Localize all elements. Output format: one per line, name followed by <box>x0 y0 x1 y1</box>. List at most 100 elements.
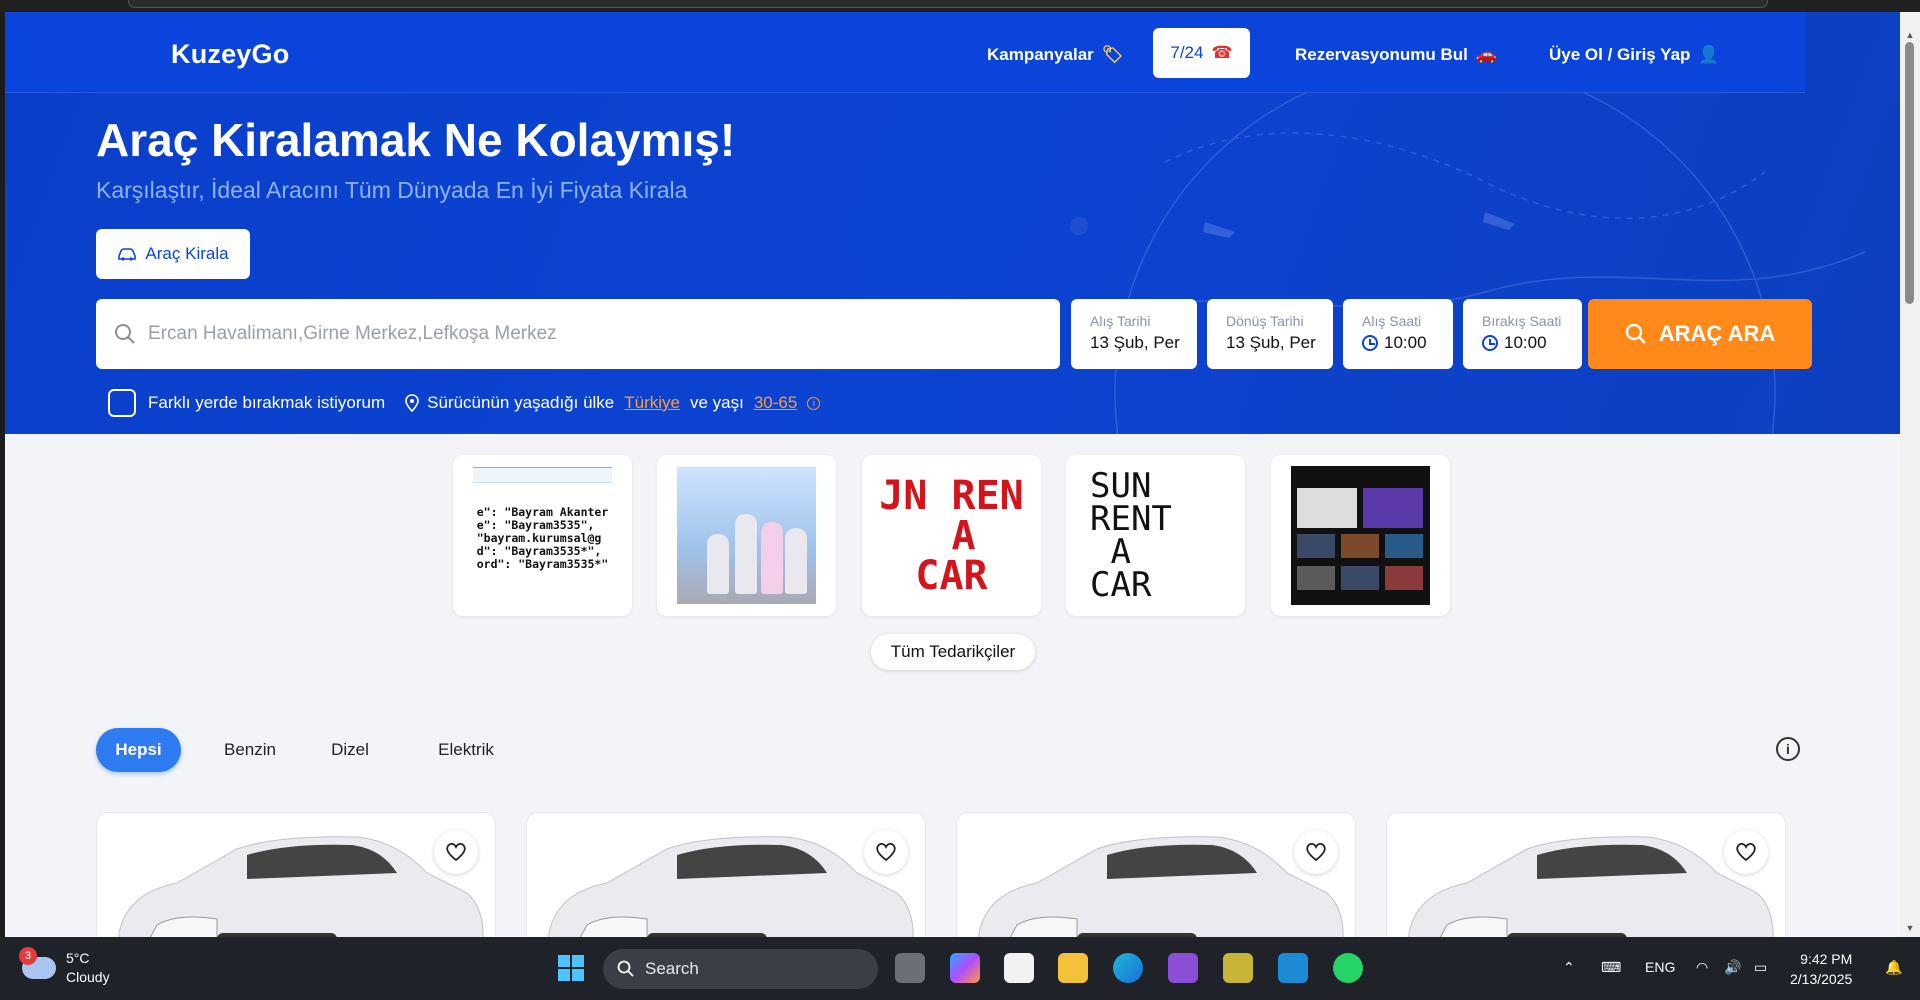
info-icon[interactable]: i <box>807 396 821 410</box>
pickup-time-label: Alış Saati <box>1362 313 1422 329</box>
supplier-logo-text: JN REN A CAR <box>879 472 1024 599</box>
search-icon <box>115 324 135 344</box>
supplier-logo-4[interactable]: SUN RENT A CAR <box>1066 455 1245 616</box>
nav-support-phone[interactable]: 7/24 ☎ <box>1153 28 1250 78</box>
browser-window: KuzeyGo Kampanyalar 🏷 7/24 ☎ Rezervasyon… <box>0 0 1920 937</box>
different-dropoff-checkbox[interactable] <box>108 389 136 417</box>
location-placeholder: Ercan Havalimanı,Girne Merkez,Lefkoşa Me… <box>148 323 557 344</box>
volume-icon[interactable]: 🔊 <box>1724 959 1741 976</box>
tab-electric[interactable]: Elektrik <box>421 728 511 772</box>
battery-icon[interactable]: ▭ <box>1754 959 1767 976</box>
edge-icon[interactable] <box>1113 953 1143 983</box>
driver-age-label: ve yaşı <box>689 393 744 412</box>
tab-diesel[interactable]: Dizel <box>315 728 385 772</box>
all-suppliers-button[interactable]: Tüm Tedarikçiler <box>871 634 1035 670</box>
search-cars-label: ARAÇ ARA <box>1658 321 1776 346</box>
scroll-up-arrow[interactable]: ▲ <box>1905 30 1915 40</box>
supplier-image <box>1291 466 1430 605</box>
windows-taskbar: 3 5°C Cloudy Search ⌃ ⌨ ENG ◠ 🔊 ▭ 9:42 P… <box>0 937 1920 1000</box>
weather-widget[interactable]: 3 5°C Cloudy <box>19 947 110 987</box>
rent-car-button[interactable]: Araç Kirala <box>96 229 250 279</box>
task-view-icon[interactable] <box>895 953 925 983</box>
car-image <box>548 836 914 937</box>
hero-subtitle: Karşılaştır, İdeal Aracını Tüm Dünyada E… <box>96 177 688 203</box>
nav-login[interactable]: Üye Ol / Giriş Yap 👤 <box>1549 45 1720 65</box>
keyboard-icon[interactable]: ⌨ <box>1601 959 1621 976</box>
clock-time: 9:42 PM <box>1800 951 1853 967</box>
heart-icon <box>1306 842 1326 862</box>
pickup-date-field[interactable]: Alış Tarihi 13 Şub, Per <box>1071 299 1197 369</box>
copilot-icon[interactable] <box>950 953 980 983</box>
car-card[interactable] <box>956 812 1356 937</box>
tab-all[interactable]: Hepsi <box>96 728 181 772</box>
favorite-button[interactable] <box>434 830 478 874</box>
favorite-button[interactable] <box>864 830 908 874</box>
supplier-logo-2[interactable] <box>657 455 836 616</box>
car-icon: 🚗 <box>1475 45 1498 64</box>
car-card[interactable] <box>526 812 926 937</box>
dropoff-time-value: 10:00 <box>1504 333 1547 352</box>
supplier-logo-1[interactable]: e": "Bayram Akanter e": "Bayram3535", "b… <box>453 455 632 616</box>
address-bar[interactable] <box>128 0 1768 8</box>
taskbar-search[interactable]: Search <box>603 949 878 989</box>
visual-studio-icon[interactable] <box>1168 953 1198 983</box>
favorite-button[interactable] <box>1724 830 1768 874</box>
vertical-scrollbar[interactable]: ▲ ▼ <box>1900 12 1920 937</box>
pickup-date-label: Alış Tarihi <box>1090 313 1151 329</box>
car-image <box>118 836 484 937</box>
app-icon[interactable] <box>1223 953 1253 983</box>
supplier-logo-5[interactable] <box>1271 455 1450 616</box>
scroll-down-arrow[interactable]: ▼ <box>1905 923 1915 933</box>
nav-campaigns[interactable]: Kampanyalar 🏷 <box>987 45 1123 65</box>
hero-title: Araç Kiralamak Ne Kolaymış! <box>96 114 736 166</box>
car-image <box>978 836 1344 937</box>
taskbar-search-label: Search <box>645 959 699 978</box>
language-indicator[interactable]: ENG <box>1645 959 1675 975</box>
world-map-decoration <box>1070 72 1866 434</box>
system-clock[interactable]: 9:42 PM 2/13/2025 <box>1790 949 1852 989</box>
whatsapp-icon[interactable] <box>1333 953 1363 983</box>
car-card[interactable] <box>1386 812 1786 937</box>
supplier-code-line: ord": "Bayram3535*" <box>476 557 609 571</box>
site-logo[interactable]: KuzeyGo <box>171 39 289 70</box>
top-navbar: KuzeyGo Kampanyalar 🏷 7/24 ☎ Rezervasyon… <box>5 12 1805 93</box>
pickup-date-value: 13 Şub, Per <box>1090 333 1180 352</box>
store-icon[interactable] <box>1004 953 1034 983</box>
nav-login-label: Üye Ol / Giriş Yap <box>1549 45 1691 64</box>
chevron-up-icon[interactable]: ⌃ <box>1563 959 1575 976</box>
car-card[interactable] <box>96 812 496 937</box>
scrollbar-thumb[interactable] <box>1905 42 1914 304</box>
dropoff-time-field[interactable]: Bırakış Saati 10:00 <box>1463 299 1582 369</box>
windows-start-icon[interactable] <box>556 953 586 983</box>
hero-section: KuzeyGo Kampanyalar 🏷 7/24 ☎ Rezervasyon… <box>5 12 1901 434</box>
supplier-logo-text: SUN RENT A CAR <box>1090 465 1172 605</box>
search-options: Farklı yerde bırakmak istiyorum Sürücünü… <box>108 389 821 417</box>
heart-icon <box>1736 842 1756 862</box>
search-cars-button[interactable]: ARAÇ ARA <box>1588 299 1812 369</box>
tab-gasoline[interactable]: Benzin <box>210 728 290 772</box>
favorite-button[interactable] <box>1294 830 1338 874</box>
file-explorer-icon[interactable] <box>1058 953 1088 983</box>
driver-country-link[interactable]: Türkiye <box>624 393 680 413</box>
notification-badge: 3 <box>19 947 37 965</box>
vscode-icon[interactable] <box>1278 953 1308 983</box>
phone-icon: ☎ <box>1211 43 1233 62</box>
car-image <box>1408 836 1774 937</box>
supplier-logo-3[interactable]: JN REN A CAR <box>862 455 1041 616</box>
search-icon <box>617 960 634 977</box>
different-dropoff-label: Farklı yerde bırakmak istiyorum <box>148 393 386 412</box>
nav-find-reservation[interactable]: Rezervasyonumu Bul 🚗 <box>1295 45 1497 65</box>
pickup-time-field[interactable]: Alış Saati 10:00 <box>1343 299 1453 369</box>
return-date-field[interactable]: Dönüş Tarihi 13 Şub, Per <box>1207 299 1333 369</box>
tag-icon: 🏷 <box>1101 45 1124 64</box>
notification-bell-icon[interactable]: 🔔 <box>1885 959 1902 976</box>
address-bar-strip <box>0 0 1920 12</box>
wifi-icon[interactable]: ◠ <box>1696 959 1708 976</box>
nav-phone-label: 7/24 <box>1170 43 1204 62</box>
location-search-input[interactable]: Ercan Havalimanı,Girne Merkez,Lefkoşa Me… <box>96 299 1060 369</box>
user-icon: 👤 <box>1698 45 1720 64</box>
nav-campaigns-label: Kampanyalar <box>987 45 1094 64</box>
driver-age-link[interactable]: 30-65 <box>754 393 797 413</box>
nav-reservation-label: Rezervasyonumu Bul <box>1295 45 1468 64</box>
info-icon[interactable]: i <box>1776 737 1800 761</box>
